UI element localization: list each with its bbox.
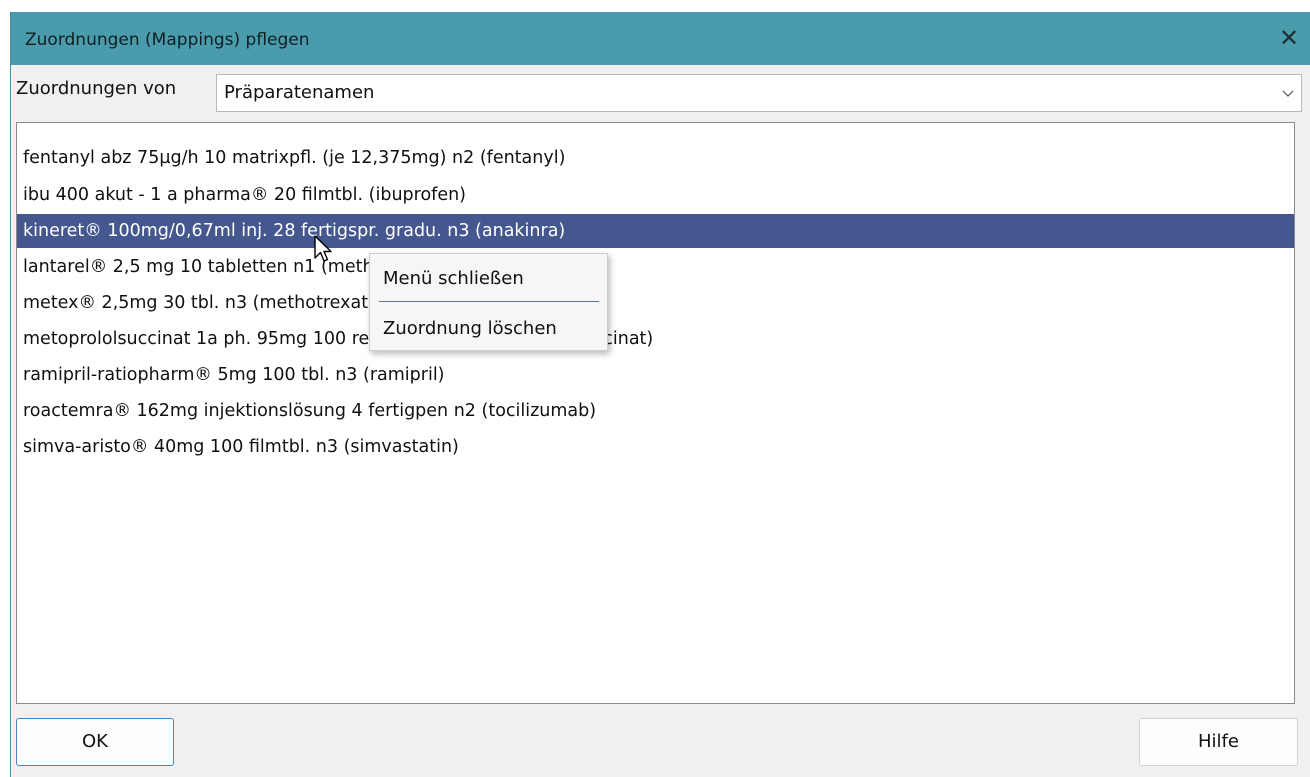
list-item[interactable]: simva-aristo® 40mg 100 filmtbl. n3 (simv… <box>17 430 1294 464</box>
chevron-down-icon[interactable] <box>1279 75 1297 111</box>
ok-button[interactable]: OK <box>16 718 174 766</box>
menu-separator <box>379 301 599 302</box>
mouse-pointer-icon <box>314 235 332 262</box>
help-button[interactable]: Hilfe <box>1139 718 1298 766</box>
window-title: Zuordnungen (Mappings) pflegen <box>25 30 310 50</box>
menu-item-close-menu[interactable]: Menü schließen <box>370 259 607 299</box>
title-bar: Zuordnungen (Mappings) pflegen ✕ <box>11 12 1310 65</box>
list-item[interactable]: roactemra® 162mg injektionslösung 4 fert… <box>17 394 1294 428</box>
close-button[interactable]: ✕ <box>1267 12 1310 65</box>
mapping-source-label: Zuordnungen von <box>16 78 177 99</box>
list-item[interactable]: ibu 400 akut - 1 a pharma® 20 filmtbl. (… <box>17 178 1294 212</box>
menu-item-delete-mapping[interactable]: Zuordnung löschen <box>370 309 607 349</box>
close-icon: ✕ <box>1278 24 1300 52</box>
list-item[interactable]: fentanyl abz 75µg/h 10 matrixpfl. (je 12… <box>17 141 1294 175</box>
list-item[interactable]: ramipril-ratiopharm® 5mg 100 tbl. n3 (ra… <box>17 358 1294 392</box>
list-item-selected[interactable]: kineret® 100mg/0,67ml inj. 28 fertigspr.… <box>17 214 1294 248</box>
mapping-source-select[interactable]: Präparatenamen <box>216 74 1302 112</box>
list-item[interactable]: metoprololsuccinat 1a ph. 95mg 100 retar… <box>17 322 1294 356</box>
list-item[interactable]: lantarel® 2,5 mg 10 tabletten n1 (methot… <box>17 250 1294 284</box>
mapping-source-value: Präparatenamen <box>224 82 375 103</box>
context-menu: Menü schließen Zuordnung löschen <box>369 253 608 351</box>
list-item[interactable]: metex® 2,5mg 30 tbl. n3 (methotrexat) <box>17 286 1294 320</box>
desktop-background <box>0 0 1310 12</box>
mapping-list[interactable]: fentanyl abz 75µg/h 10 matrixpfl. (je 12… <box>16 122 1295 704</box>
